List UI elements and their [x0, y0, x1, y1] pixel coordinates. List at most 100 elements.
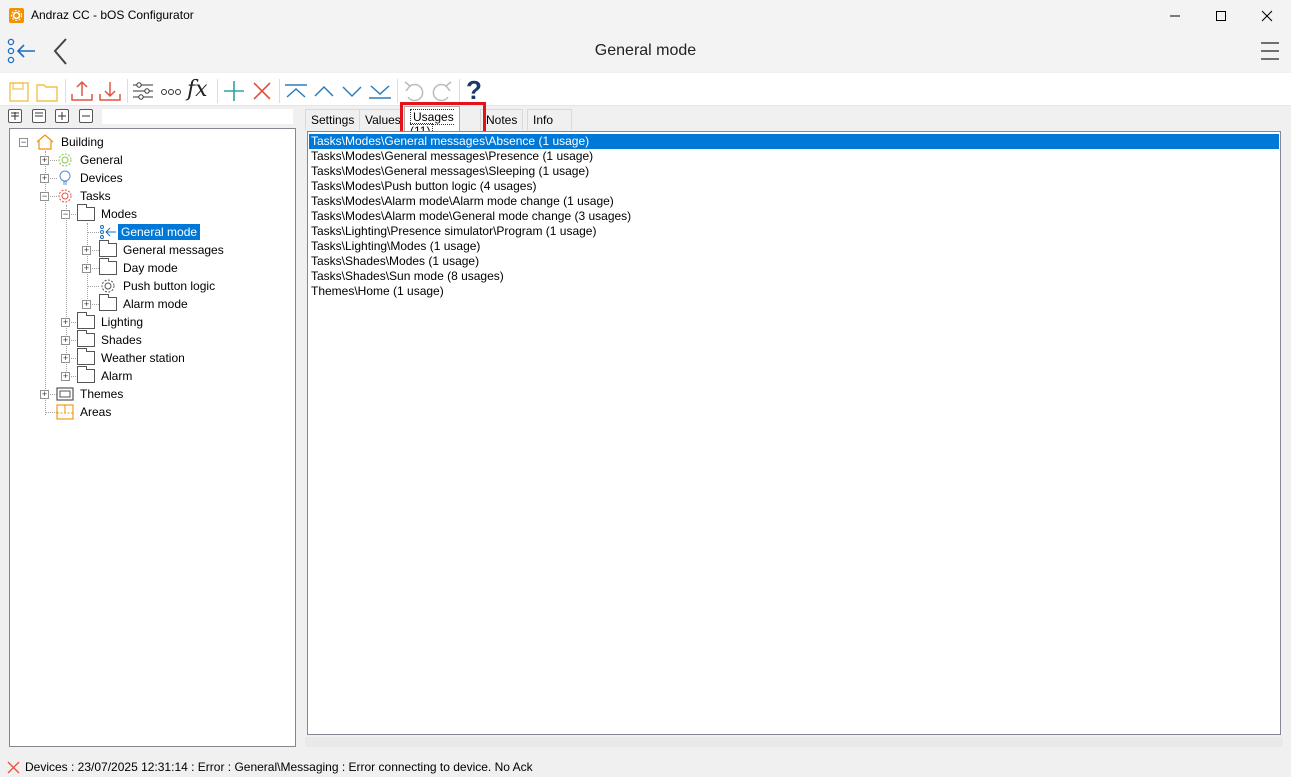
tree-label-lighting: Lighting	[101, 315, 144, 329]
list-item[interactable]: Tasks\Modes\General messages\Sleeping (1…	[309, 164, 1279, 179]
list-item[interactable]: Tasks\Lighting\Modes (1 usage)	[309, 239, 1279, 254]
maximize-button[interactable]	[1198, 0, 1244, 31]
list-item[interactable]: Tasks\Shades\Modes (1 usage)	[309, 254, 1279, 269]
status-text: Devices : 23/07/2025 12:31:14 : Error : …	[25, 760, 533, 774]
download-icon[interactable]	[98, 78, 124, 104]
add-icon[interactable]	[222, 78, 248, 104]
expander-building[interactable]: −	[19, 138, 28, 147]
tree-item-areas[interactable]: Areas	[56, 403, 114, 421]
list-item[interactable]: Tasks\Modes\Alarm mode\General mode chan…	[309, 209, 1279, 224]
tree-label-weather-station: Weather station	[101, 351, 185, 365]
list-item[interactable]: Tasks\Modes\General messages\Absence (1 …	[309, 134, 1279, 149]
tree-item-modes[interactable]: Modes	[77, 204, 140, 223]
app-gear-icon	[9, 8, 24, 23]
expander-lighting[interactable]: +	[61, 318, 70, 327]
tree-item-lighting[interactable]: Lighting	[77, 312, 146, 331]
expander-themes[interactable]: +	[40, 390, 49, 399]
function-icon[interactable]: fx	[187, 78, 213, 104]
tab-settings[interactable]: Settings	[305, 109, 361, 130]
folder-icon	[77, 366, 95, 383]
house-icon	[35, 134, 55, 150]
redo-icon[interactable]	[430, 78, 456, 104]
tree-item-themes[interactable]: Themes	[56, 385, 126, 403]
tree-label-shades: Shades	[101, 333, 142, 347]
tab-info[interactable]: Info	[527, 109, 572, 130]
tree-item-weather-station[interactable]: Weather station	[77, 348, 188, 367]
tree-item-push-button-logic[interactable]: Push button logic	[99, 277, 218, 295]
lightbulb-icon	[56, 170, 74, 186]
expand-icon[interactable]	[55, 109, 69, 123]
folder-icon	[77, 348, 95, 365]
tree-item-general-mode[interactable]: General mode	[99, 223, 201, 241]
expand-all-icon[interactable]	[8, 109, 22, 123]
tree-item-shades[interactable]: Shades	[77, 330, 145, 349]
tree-label-tasks: Tasks	[80, 189, 111, 203]
tree-item-day-mode[interactable]: Day mode	[99, 258, 181, 277]
delete-icon[interactable]	[250, 78, 276, 104]
move-bottom-icon[interactable]	[368, 78, 394, 104]
window-title: Andraz CC - bOS Configurator	[31, 8, 194, 22]
list-item[interactable]: Tasks\Modes\Push button logic (4 usages)	[309, 179, 1279, 194]
tree-label-themes: Themes	[80, 387, 124, 401]
tree-item-tasks[interactable]: Tasks	[56, 187, 114, 205]
expander-devices[interactable]: +	[40, 174, 49, 183]
tree-label-modes: Modes	[101, 207, 138, 221]
move-up-icon[interactable]	[312, 78, 338, 104]
folder-icon	[99, 258, 117, 275]
folder-icon	[99, 294, 117, 311]
minimize-button[interactable]	[1152, 0, 1198, 31]
tree-label-general-mode: General mode	[118, 224, 201, 240]
navigation-bar: General mode	[0, 31, 1291, 72]
areas-icon	[56, 404, 74, 420]
list-item[interactable]: Tasks\Lighting\Presence simulator\Progra…	[309, 224, 1279, 239]
tree-label-alarm-mode: Alarm mode	[123, 297, 188, 311]
dots-icon[interactable]	[159, 78, 185, 104]
upload-icon[interactable]	[70, 78, 96, 104]
tree-label-alarm: Alarm	[101, 369, 133, 383]
list-item[interactable]: Themes\Home (1 usage)	[309, 284, 1279, 299]
hamburger-menu-icon[interactable]	[1259, 40, 1281, 62]
save-icon[interactable]	[8, 78, 34, 104]
folder-icon	[99, 240, 117, 257]
horizontal-scrollbar[interactable]	[305, 737, 1283, 747]
tree-item-alarm[interactable]: Alarm	[77, 366, 135, 385]
expander-alarm[interactable]: +	[61, 372, 70, 381]
status-bar: Devices : 23/07/2025 12:31:14 : Error : …	[0, 758, 1291, 776]
gear-icon	[56, 152, 74, 168]
expander-general[interactable]: +	[40, 156, 49, 165]
open-folder-icon[interactable]	[35, 78, 61, 104]
help-icon[interactable]: ?	[466, 75, 492, 105]
tree-filter-input[interactable]	[102, 109, 293, 124]
settings-sliders-icon[interactable]	[131, 78, 157, 104]
expander-weather-station[interactable]: +	[61, 354, 70, 363]
tree-label-general: General	[80, 153, 123, 167]
logic-gear-icon	[99, 278, 117, 294]
move-down-icon[interactable]	[340, 78, 366, 104]
expander-shades[interactable]: +	[61, 336, 70, 345]
move-top-icon[interactable]	[284, 78, 310, 104]
tree-item-alarm-mode[interactable]: Alarm mode	[99, 294, 191, 313]
tree-item-general-messages[interactable]: General messages	[99, 240, 227, 259]
collapse-all-icon[interactable]	[32, 109, 46, 123]
tree-item-building[interactable]: Building	[35, 133, 107, 151]
tasks-gear-icon	[56, 188, 74, 204]
close-button[interactable]	[1244, 0, 1290, 31]
tree-label-devices: Devices	[80, 171, 123, 185]
tab-notes[interactable]: Notes	[480, 109, 524, 130]
list-item[interactable]: Tasks\Modes\General messages\Presence (1…	[309, 149, 1279, 164]
expander-alarm-mode[interactable]: +	[82, 300, 91, 309]
list-item[interactable]: Tasks\Shades\Sun mode (8 usages)	[309, 269, 1279, 284]
list-item[interactable]: Tasks\Modes\Alarm mode\Alarm mode change…	[309, 194, 1279, 209]
tree-item-devices[interactable]: Devices	[56, 169, 126, 187]
tab-notes-label: Notes	[486, 113, 518, 127]
undo-icon[interactable]	[402, 78, 428, 104]
tree-label-general-messages: General messages	[123, 243, 224, 257]
expander-general-messages[interactable]: +	[82, 246, 91, 255]
expander-day-mode[interactable]: +	[82, 264, 91, 273]
expander-tasks[interactable]: −	[40, 192, 49, 201]
collapse-icon[interactable]	[79, 109, 93, 123]
tree-item-general[interactable]: General	[56, 151, 126, 169]
title-bar: Andraz CC - bOS Configurator	[0, 0, 1291, 31]
expander-modes[interactable]: −	[61, 210, 70, 219]
tree-panel: − Building + General + Devices − Tasks −…	[9, 128, 296, 747]
